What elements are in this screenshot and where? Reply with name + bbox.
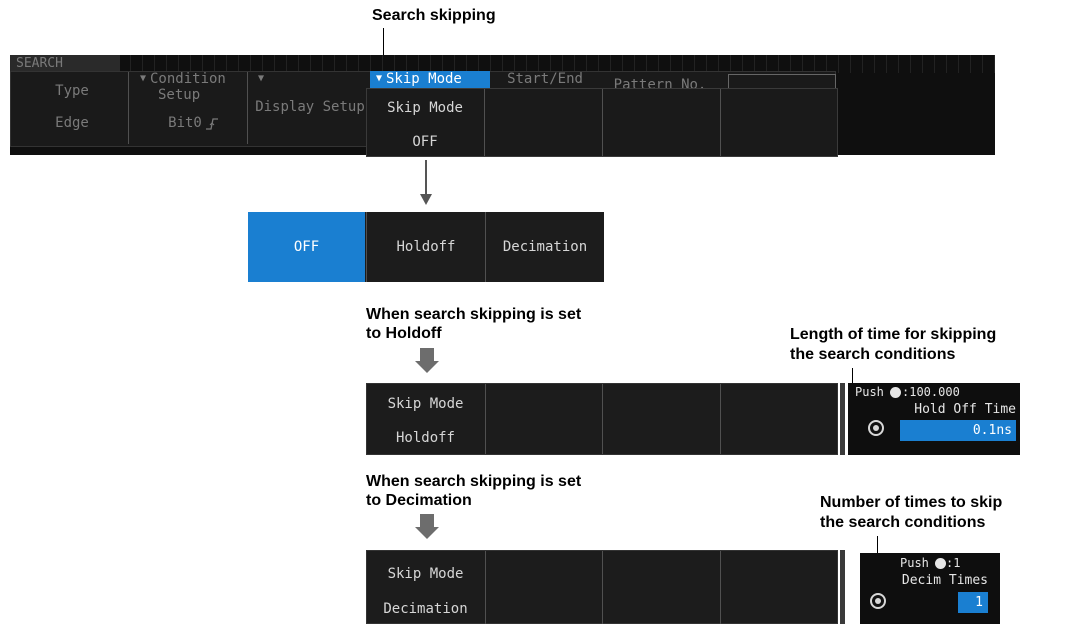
separator <box>128 72 129 144</box>
push-value: :100.000 <box>902 385 960 399</box>
condition-line2: Setup <box>158 87 201 103</box>
panel-edge <box>840 550 845 624</box>
jog-knob-icon[interactable] <box>868 420 884 436</box>
push-text: Push <box>900 556 929 570</box>
caption-length-l2: the search conditions <box>790 346 956 363</box>
separator <box>720 89 721 156</box>
condition-value: Bit0 <box>168 115 202 131</box>
option-off[interactable]: OFF <box>248 212 365 282</box>
type-value: Edge <box>55 115 89 131</box>
caption-holdoff-l2: to Holdoff <box>366 325 442 342</box>
block-arrow-icon <box>415 527 439 539</box>
push-value: :1 <box>946 556 961 570</box>
block-arrow-shaft <box>420 348 434 361</box>
holdoff-field-label: Hold Off Time <box>914 401 1016 417</box>
reset-icon <box>935 558 946 569</box>
jog-knob-icon[interactable] <box>870 593 886 609</box>
separator <box>720 384 721 454</box>
type-label[interactable]: Type <box>22 80 122 102</box>
caption-decimation-l2: to Decimation <box>366 492 472 509</box>
separator <box>602 89 603 156</box>
arrow-shaft <box>425 160 427 196</box>
tab-start-end[interactable]: Start/End <box>495 70 595 87</box>
holdoff-time-input[interactable]: 0.1ns <box>900 420 1016 441</box>
push-text: Push <box>855 385 884 399</box>
caption-length-l1: Length of time for skipping <box>790 326 997 343</box>
separator <box>247 72 248 144</box>
caption-number-l2: the search conditions <box>820 514 986 531</box>
triangle-down-icon: ▼ <box>139 72 147 84</box>
triangle-down-icon: ▼ <box>375 73 383 84</box>
decim-times-input[interactable]: 1 <box>958 592 988 613</box>
skip-mode-value: OFF <box>412 134 438 150</box>
option-holdoff[interactable]: Holdoff <box>367 212 485 282</box>
decimation-skip-value: Decimation <box>383 601 468 617</box>
rising-edge-icon <box>205 116 219 130</box>
caption-number-l1: Number of times to skip <box>820 494 1003 511</box>
separator <box>720 551 721 624</box>
decimation-field-label: Decim Times <box>901 572 988 588</box>
block-arrow-icon <box>415 361 439 373</box>
tab-skip-mode[interactable]: Skip Mode <box>386 70 486 87</box>
display-setup[interactable]: Display Setup <box>252 96 368 118</box>
holdoff-skip-value: Holdoff <box>395 430 455 446</box>
skip-mode-label[interactable]: Skip Mode <box>366 97 484 119</box>
caption-holdoff-l1: When search skipping is set <box>366 306 582 323</box>
separator <box>485 384 486 454</box>
separator <box>484 89 485 156</box>
caption-decimation-l1: When search skipping is set <box>366 473 582 490</box>
search-title: SEARCH <box>16 55 63 71</box>
decimation-skip-label[interactable]: Skip Mode <box>366 563 485 585</box>
panel-edge <box>840 383 845 455</box>
separator <box>602 551 603 624</box>
separator <box>485 551 486 624</box>
triangle-down-icon: ▼ <box>257 72 265 84</box>
block-arrow-shaft <box>420 514 434 527</box>
reset-icon <box>890 387 901 398</box>
holdoff-skip-label[interactable]: Skip Mode <box>366 393 485 415</box>
separator <box>602 384 603 454</box>
option-decimation[interactable]: Decimation <box>486 212 604 282</box>
arrow-down-icon <box>420 194 432 205</box>
caption-search-skipping: Search skipping <box>372 7 496 24</box>
